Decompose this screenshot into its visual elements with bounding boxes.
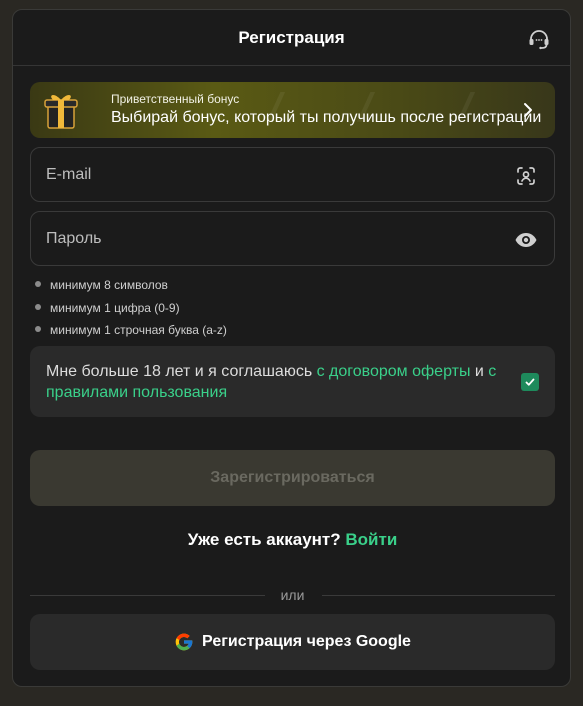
password-field[interactable]: Пароль xyxy=(30,211,555,266)
password-rules: минимум 8 символов минимум 1 цифра (0-9)… xyxy=(33,278,227,346)
login-prompt: Уже есть аккаунт? Войти xyxy=(187,530,398,549)
google-signup-button[interactable]: Регистрация через Google xyxy=(30,614,555,670)
modal-header: Регистрация xyxy=(13,10,570,66)
bullet-icon xyxy=(35,303,41,310)
password-rule: минимум 1 строчная буква (a-z) xyxy=(33,323,227,346)
register-button[interactable]: Зарегистрироваться xyxy=(30,450,555,506)
chevron-right-icon xyxy=(524,103,532,117)
google-logo-icon xyxy=(175,633,193,651)
google-signup-label: Регистрация через Google xyxy=(202,633,411,650)
checkmark-icon xyxy=(525,378,535,386)
headset-icon xyxy=(529,30,549,50)
face-scan-icon[interactable] xyxy=(514,164,538,188)
password-rule: минимум 1 цифра (0-9) xyxy=(33,301,227,324)
support-button[interactable] xyxy=(524,24,554,54)
divider-text: или xyxy=(280,587,305,603)
banner-label: Приветственный бонус xyxy=(111,92,240,106)
welcome-bonus-banner[interactable]: / / / Приветственный бонус Выбирай бонус… xyxy=(30,82,555,138)
email-field[interactable]: E-mail xyxy=(30,147,555,202)
or-divider: или xyxy=(30,586,555,604)
email-placeholder: E-mail xyxy=(46,166,92,183)
registration-modal: Регистрация / / / Приветственный бонус В… xyxy=(12,9,571,687)
banner-text: Выбирай бонус, который ты получишь после… xyxy=(111,109,542,126)
offer-agreement-link[interactable]: с договором оферты xyxy=(317,363,471,380)
bullet-icon xyxy=(35,281,41,287)
gift-icon xyxy=(44,95,78,129)
login-link[interactable]: Войти xyxy=(345,530,397,549)
modal-title: Регистрация xyxy=(238,27,345,47)
password-rule: минимум 8 символов xyxy=(33,278,227,301)
password-placeholder: Пароль xyxy=(46,230,102,247)
agreement-box: Мне больше 18 лет и я соглашаюсь с догов… xyxy=(30,346,555,417)
agreement-text: Мне больше 18 лет и я соглашаюсь с догов… xyxy=(46,363,497,401)
agreement-checkbox[interactable] xyxy=(521,373,539,391)
bullet-icon xyxy=(35,326,41,332)
eye-icon[interactable] xyxy=(514,228,538,252)
